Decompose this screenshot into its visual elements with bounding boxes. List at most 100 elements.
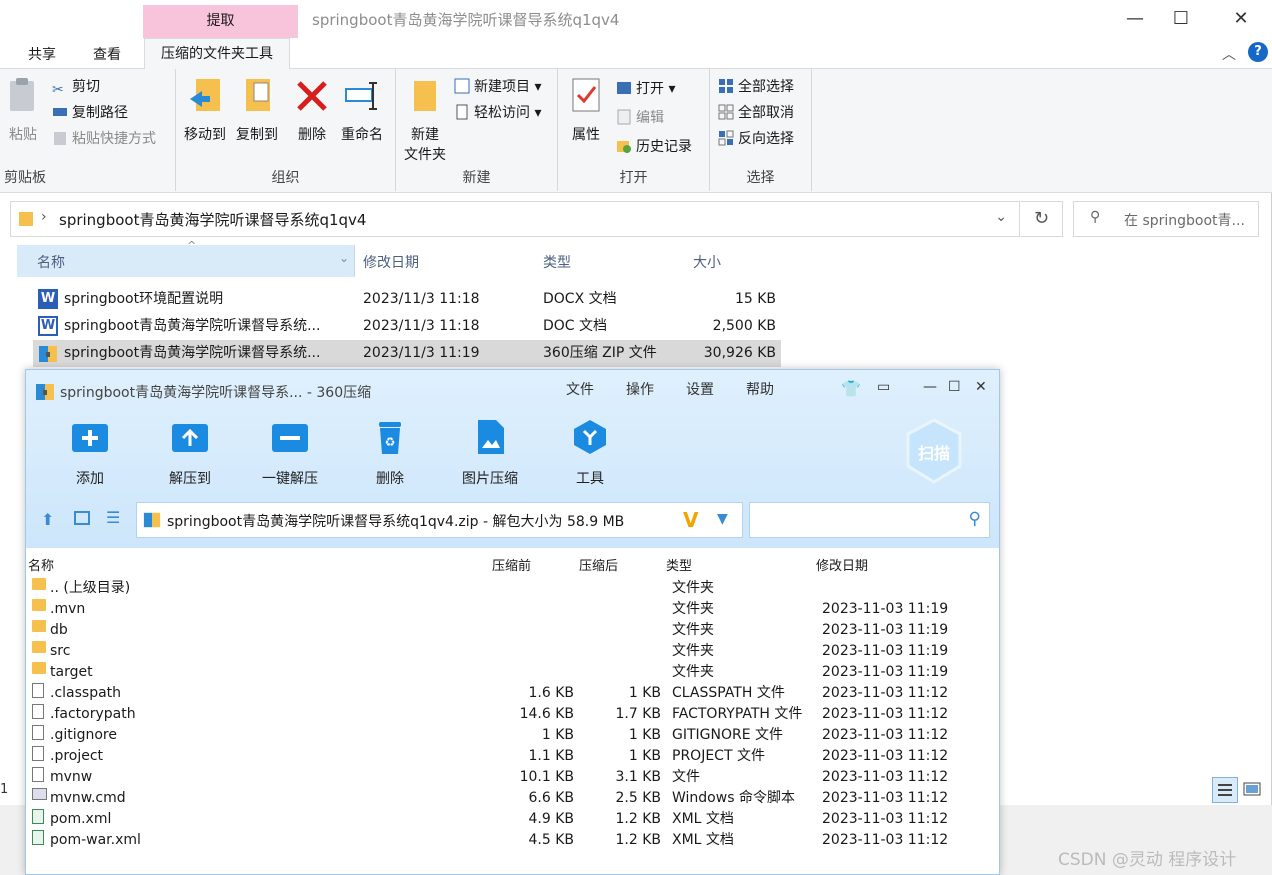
address-bar[interactable]: › springboot青岛黄海学院听课督导系统q1qv4 ⌄ [10,201,1020,237]
select-all-button[interactable]: 全部选择 [718,76,794,98]
large-icons-view-button[interactable] [1240,777,1266,803]
tab-view[interactable]: 查看 [93,44,121,64]
tab-share[interactable]: 共享 [28,44,56,64]
zip-list-item[interactable]: mvnw 10.1 KB 3.1 KB 文件 2023-11-03 11:12 [26,767,999,788]
minimize-button[interactable]: — [1112,4,1158,34]
zip-list-item[interactable]: .mvn 文件夹 2023-11-03 11:19 [26,599,999,620]
zip-list-item[interactable]: .factorypath 14.6 KB 1.7 KB FACTORYPATH 文件 2… [26,704,999,725]
zip-list-item[interactable]: pom-war.xml 4.5 KB 1.2 KB XML 文档 2023-11-03 … [26,830,999,851]
zip-menu-file[interactable]: 文件 [566,379,594,399]
open-button[interactable]: 打开 ▾ [616,78,675,100]
zip-list-item[interactable]: .gitignore 1 KB 1 KB GITIGNORE 文件 2023-11-03… [26,725,999,746]
zip-item-before: 1.1 KB [528,748,575,764]
skin-shirt-icon[interactable]: 👕 [841,379,861,398]
paste-button[interactable]: 粘贴 [4,77,42,145]
zip-column-after[interactable]: 压缩后 [579,555,618,574]
details-view-button[interactable] [1212,777,1238,803]
paste-shortcut-button[interactable]: 粘贴快捷方式 [52,128,156,150]
new-item-label: 新建项目 [474,79,530,95]
zip-search-input[interactable]: ⚲ [749,502,990,538]
zip-item-name: pom-war.xml [50,832,141,848]
scan-button[interactable]: 扫描 [904,418,964,484]
rename-button[interactable]: 重命名 [336,77,388,145]
cut-button[interactable]: ✂ 剪切 [52,76,100,98]
edit-button[interactable]: 编辑 [616,107,664,129]
zip-column-type[interactable]: 类型 [666,555,692,574]
select-all-icon [719,79,733,93]
zip-item-before: 10.1 KB [519,769,574,785]
tab-compressed-folder-tools[interactable]: 压缩的文件夹工具 [144,38,290,70]
zip-item-modified: 2023-11-03 11:12 [822,685,949,701]
search-box[interactable]: ⚲ 在 springboot青... [1073,201,1259,237]
history-button[interactable]: 历史记录 [616,136,692,158]
zip-list-item[interactable]: .. (上级目录) 文件夹 [26,578,999,599]
file-row[interactable]: W springboot环境配置说明 2023/11/3 11:18 DOCX … [33,286,781,313]
chevron-down-icon[interactable]: ⌄ [995,209,1007,225]
zip-list-item[interactable]: src 文件夹 2023-11-03 11:19 [26,641,999,662]
refresh-button[interactable]: ↻ [1021,201,1063,237]
collapse-ribbon-icon[interactable]: ︿ [1222,44,1236,64]
properties-button[interactable]: 属性 [566,77,606,145]
zip-image-compress-button[interactable]: 图片压缩 [442,418,538,488]
add-folder-icon [72,424,108,452]
tab-extract[interactable]: 提取 [143,5,298,38]
view-list-icon[interactable]: ☰ [106,508,120,527]
zip-minimize-button[interactable]: — [923,379,937,395]
open-label: 打开 [636,81,664,97]
zip-list-item[interactable]: .project 1.1 KB 1 KB PROJECT 文件 2023-11-03 1… [26,746,999,767]
zip-tools-button[interactable]: 工具 [542,418,638,488]
zip-item-before: 1 KB [541,727,574,743]
column-dropdown-icon[interactable]: ⌄ [339,251,349,265]
zip-list-item[interactable]: mvnw.cmd 6.6 KB 2.5 KB Windows 命令脚本 2023-11-… [26,788,999,809]
maximize-button[interactable]: ☐ [1158,4,1204,34]
feedback-icon[interactable]: ▭ [877,379,890,395]
zip-list-item[interactable]: db 文件夹 2023-11-03 11:19 [26,620,999,641]
close-button[interactable]: ✕ [1218,4,1264,34]
invert-selection-label: 反向选择 [738,131,794,147]
zip-item-after: 1.7 KB [615,706,662,722]
move-to-icon [190,79,220,111]
zip-one-click-extract-button[interactable]: 一键解压 [242,418,338,488]
column-type[interactable]: 类型 [543,252,571,272]
open-icon [617,82,631,94]
zip-delete-button[interactable]: ♻ 删除 [342,418,438,488]
copy-path-button[interactable]: 复制路径 [52,102,128,124]
column-size[interactable]: 大小 [693,252,721,272]
delete-button[interactable]: 删除 [292,77,332,145]
zip-menu-help[interactable]: 帮助 [746,379,774,399]
new-folder-button[interactable]: 新建 文件夹 [400,77,450,165]
zip-path-bar[interactable]: springboot青岛黄海学院听课督导系统q1qv4.zip - 解包大小为 … [136,502,743,538]
zip-list-item[interactable]: .classpath 1.6 KB 1 KB CLASSPATH 文件 2023-11-… [26,683,999,704]
zip-menu-settings[interactable]: 设置 [686,379,714,399]
zip-add-button[interactable]: 添加 [42,418,138,488]
select-none-button[interactable]: 全部取消 [718,102,794,124]
nav-up-icon[interactable]: ⬆ [41,510,54,529]
breadcrumb-chevron-icon[interactable]: › [41,209,47,225]
zip-item-name: target [50,664,93,680]
file-row-selected[interactable]: springboot青岛黄海学院听课督导系统... 2023/11/3 11:1… [33,340,781,367]
zip-item-type: XML 文档 [672,811,734,827]
zip-extract-to-button[interactable]: 解压到 [142,418,238,488]
easy-access-button[interactable]: 轻松访问 ▾ [454,102,541,124]
zip-column-name[interactable]: 名称 [28,555,54,574]
zip-column-before[interactable]: 压缩前 [492,555,531,574]
invert-selection-button[interactable]: 反向选择 [718,128,794,150]
move-to-button[interactable]: 移动到 [180,77,230,145]
column-name[interactable]: 名称 ^ ⌄ [17,239,355,277]
zip-list-item[interactable]: pom.xml 4.9 KB 1.2 KB XML 文档 2023-11-03 11:1… [26,809,999,830]
column-modified[interactable]: 修改日期 [363,252,419,272]
zip-path-dropdown-icon[interactable]: ▼ [717,511,728,527]
view-thumbnail-icon[interactable] [74,511,90,525]
file-row[interactable]: W springboot青岛黄海学院听课督导系统... 2023/11/3 11… [33,313,781,340]
zip-extract-to-label: 解压到 [169,471,211,487]
zip-close-button[interactable]: ✕ [975,379,987,395]
move-to-label: 移动到 [184,127,226,143]
copy-to-button[interactable]: 复制到 [232,77,282,145]
zip-maximize-button[interactable]: ☐ [948,379,961,395]
zip-item-type: Windows 命令脚本 [672,790,795,806]
zip-column-modified[interactable]: 修改日期 [816,555,868,574]
zip-list-item[interactable]: target 文件夹 2023-11-03 11:19 [26,662,999,683]
new-item-button[interactable]: 新建项目 ▾ [454,76,541,98]
help-icon[interactable]: ? [1248,42,1268,62]
zip-menu-operation[interactable]: 操作 [626,379,654,399]
